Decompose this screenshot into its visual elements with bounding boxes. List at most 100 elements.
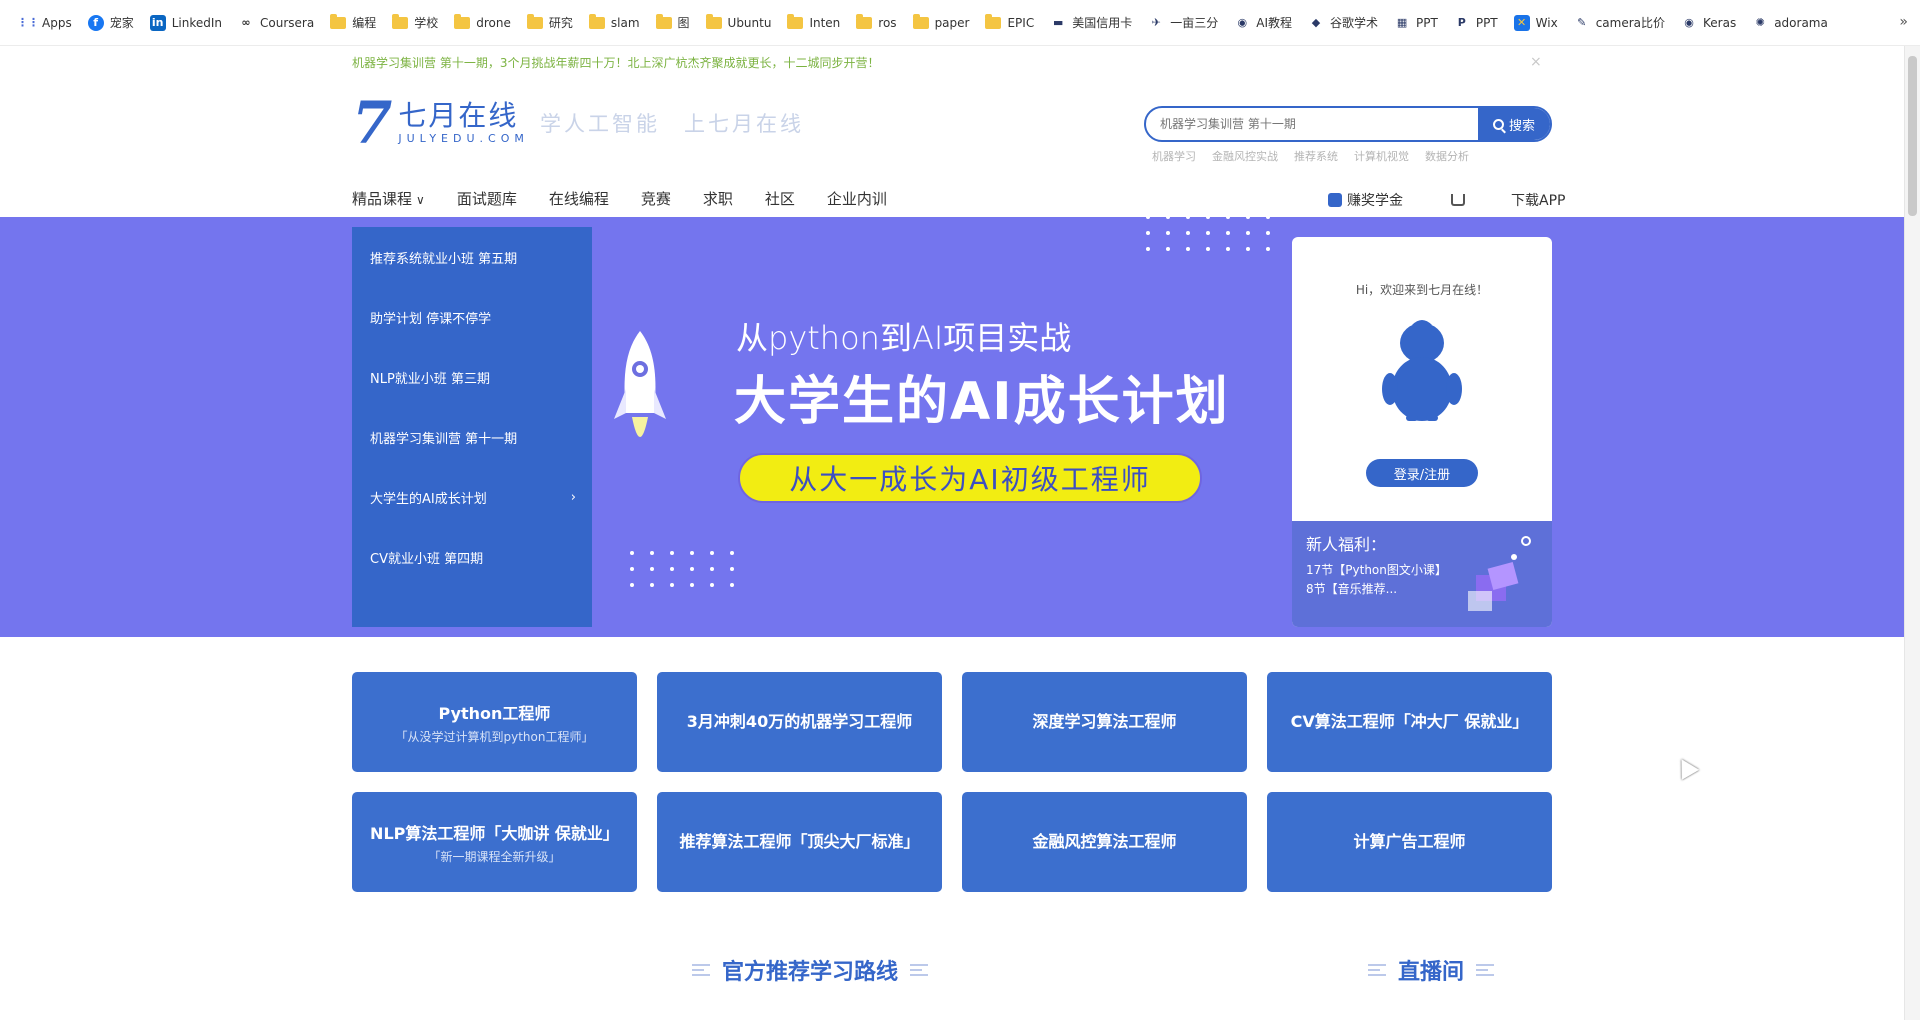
- globe-icon: ◉: [1684, 16, 1694, 29]
- side-menu-item[interactable]: CV就业小班 第四期: [352, 527, 592, 587]
- bookmark-folder[interactable]: slam: [581, 0, 648, 46]
- ppt-p-icon: P: [1457, 16, 1466, 29]
- course-card[interactable]: 金融风控算法工程师: [962, 792, 1247, 892]
- scholarship-link[interactable]: 赚奖学金: [1347, 190, 1403, 210]
- bookmark-google-scholar[interactable]: ◆ 谷歌学术: [1300, 0, 1386, 46]
- bookmark-camera[interactable]: ✎ camera比价: [1566, 0, 1673, 46]
- bookmark-linkedin[interactable]: in LinkedIn: [142, 0, 230, 46]
- scholar-icon: ◆: [1311, 16, 1321, 29]
- hot-tag[interactable]: 计算机视觉: [1354, 148, 1409, 164]
- title-decoration: [910, 964, 929, 976]
- penguin-avatar-icon: [1382, 320, 1462, 421]
- search-input[interactable]: [1146, 108, 1478, 140]
- search-box: 搜索: [1144, 106, 1552, 142]
- slogan: 学人工智能 上七月在线: [540, 112, 804, 136]
- apps-grid-icon: ⋮⋮: [17, 16, 39, 29]
- hero-banner[interactable]: 推荐系统就业小班 第五期 助学计划 停课不停学 NLP就业小班 第三期 机器学习…: [0, 217, 1904, 637]
- course-card[interactable]: CV算法工程师「冲大厂 保就业」: [1267, 672, 1552, 772]
- course-card[interactable]: 3月冲刺40万的机器学习工程师: [657, 672, 942, 772]
- title-decoration: [1476, 964, 1495, 976]
- nav-right: 赚奖学金 下载APP: [1328, 190, 1565, 210]
- banner-title: 大学生的AI成长计划: [734, 372, 1230, 432]
- announcement-text[interactable]: 机器学习集训营 第十一期，3个月挑战年薪四十万！北上深广杭杰齐聚成就更长，十二城…: [352, 54, 879, 71]
- folder-icon: [787, 13, 804, 29]
- course-card[interactable]: Python工程师 「从没学过计算机到python工程师」: [352, 672, 637, 772]
- bookmark-ppt[interactable]: ▦ PPT: [1386, 0, 1446, 46]
- bookmark-folder[interactable]: 研究: [519, 0, 581, 46]
- bookmark-folder[interactable]: ros: [848, 0, 904, 46]
- course-card[interactable]: 计算广告工程师: [1267, 792, 1552, 892]
- bookmarks-more-button[interactable]: »: [1899, 14, 1908, 30]
- bookmark-folder[interactable]: 图: [648, 0, 698, 46]
- decor-dots-top: [1146, 217, 1270, 251]
- rocket-illustration: [614, 331, 666, 437]
- login-register-button[interactable]: 登录/注册: [1366, 459, 1478, 487]
- hot-tag[interactable]: 数据分析: [1425, 148, 1469, 164]
- nav-community[interactable]: 社区: [765, 188, 795, 209]
- bookmark-folder[interactable]: EPIC: [977, 0, 1042, 46]
- search-button[interactable]: 搜索: [1478, 108, 1550, 140]
- banner-subtitle: 从python到AI项目实战: [736, 319, 1072, 357]
- bookmark-folder[interactable]: Inten: [779, 0, 848, 46]
- newcomer-perk[interactable]: 新人福利： 17节【Python图文小课】 8节【音乐推荐...: [1292, 521, 1552, 627]
- bookmark-facebook[interactable]: f 宠家: [80, 0, 142, 46]
- nav-competition[interactable]: 竞赛: [641, 188, 671, 209]
- linkedin-icon: in: [149, 14, 166, 31]
- bookmark-coursera[interactable]: ∞ Coursera: [230, 0, 322, 46]
- course-side-menu: 推荐系统就业小班 第五期 助学计划 停课不停学 NLP就业小班 第三期 机器学习…: [352, 227, 592, 627]
- bookmark-credit-card[interactable]: ▬ 美国信用卡: [1042, 0, 1140, 46]
- bookmark-folder[interactable]: paper: [905, 0, 978, 46]
- folder-icon: [912, 13, 929, 29]
- bookmark-folder[interactable]: 编程: [322, 0, 384, 46]
- folder-icon: [588, 13, 605, 29]
- nav-interview-bank[interactable]: 面试题库: [457, 188, 517, 209]
- chevron-down-icon: ∨: [416, 192, 425, 207]
- search-icon: [1492, 118, 1504, 130]
- bookmark-wix[interactable]: ✕ Wix: [1506, 0, 1566, 46]
- hot-tag[interactable]: 机器学习: [1152, 148, 1196, 164]
- coursera-icon: ∞: [241, 16, 251, 29]
- download-app-link[interactable]: 下载APP: [1511, 190, 1565, 210]
- nav-jobs[interactable]: 求职: [703, 188, 733, 209]
- folder-icon: [526, 13, 543, 29]
- bookmark-folder[interactable]: 学校: [384, 0, 446, 46]
- site-logo[interactable]: 7 七月在线 JULYEDU.COM: [352, 94, 529, 152]
- side-menu-item[interactable]: 助学计划 停课不停学: [352, 287, 592, 347]
- cart-icon[interactable]: [1451, 194, 1465, 206]
- bookmark-1point3acres[interactable]: ✈ 一亩三分: [1140, 0, 1226, 46]
- hot-search-tags: 机器学习 金融风控实战 推荐系统 计算机视觉 数据分析: [1152, 148, 1469, 164]
- nav-enterprise-training[interactable]: 企业内训: [827, 188, 887, 209]
- bookmark-folder[interactable]: drone: [446, 0, 519, 46]
- decor-dots-bottom: [630, 551, 734, 587]
- course-card[interactable]: 推荐算法工程师「顶尖大厂标准」: [657, 792, 942, 892]
- hot-tag[interactable]: 推荐系统: [1294, 148, 1338, 164]
- bookmark-ppt-2[interactable]: P PPT: [1446, 0, 1506, 46]
- course-cards: Python工程师 「从没学过计算机到python工程师」 3月冲刺40万的机器…: [352, 672, 1552, 892]
- bookmarks-bar: ⋮⋮ Apps f 宠家 in LinkedIn ∞ Coursera 编程 学…: [0, 0, 1920, 46]
- side-menu-item[interactable]: 推荐系统就业小班 第五期: [352, 227, 592, 287]
- logo-en-text: JULYEDU.COM: [398, 131, 529, 145]
- bookmark-folder[interactable]: Ubuntu: [698, 0, 780, 46]
- nav-courses[interactable]: 精品课程 ∨: [352, 188, 425, 209]
- announcement-close-icon[interactable]: ×: [1530, 54, 1542, 70]
- course-card[interactable]: 深度学习算法工程师: [962, 672, 1247, 772]
- camera-icon: ✎: [1577, 16, 1587, 29]
- page-scrollbar[interactable]: [1904, 46, 1920, 1020]
- title-decoration: [692, 964, 710, 976]
- hot-tag[interactable]: 金融风控实战: [1212, 148, 1278, 164]
- bookmark-ai-tutorial[interactable]: ◉ AI教程: [1226, 0, 1300, 46]
- side-menu-item[interactable]: NLP就业小班 第三期: [352, 347, 592, 407]
- scholarship-icon: [1328, 193, 1342, 207]
- bookmark-adorama[interactable]: ✺ adorama: [1744, 0, 1836, 46]
- logo-cn-text: 七月在线: [398, 99, 519, 133]
- course-card[interactable]: NLP算法工程师「大咖讲 保就业」 「新一期课程全新升级」: [352, 792, 637, 892]
- scrollbar-thumb[interactable]: [1908, 56, 1917, 216]
- login-card: Hi，欢迎来到七月在线！ 登录/注册 新人福利： 17节【Python图文小课】…: [1292, 237, 1552, 627]
- side-menu-item[interactable]: 大学生的AI成长计划 ›: [352, 467, 592, 527]
- nav-online-coding[interactable]: 在线编程: [549, 188, 609, 209]
- side-menu-item[interactable]: 机器学习集训营 第十一期: [352, 407, 592, 467]
- bookmark-keras[interactable]: ◉ Keras: [1673, 0, 1744, 46]
- bookmark-apps[interactable]: ⋮⋮ Apps: [12, 0, 80, 46]
- gear-icon: ✺: [1755, 16, 1765, 29]
- banner-cta-pill[interactable]: 从大一成长为AI初级工程师: [738, 453, 1202, 503]
